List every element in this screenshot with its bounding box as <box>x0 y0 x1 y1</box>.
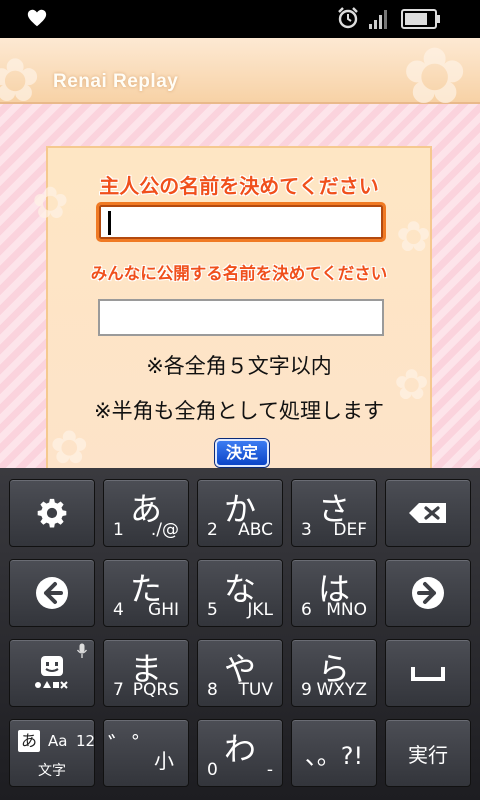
cursor-right-key[interactable] <box>385 559 471 627</box>
key-number-label: 8 <box>207 680 218 700</box>
enter-key-label: 実行 <box>408 742 448 767</box>
key-na-row[interactable]: な 5 JKL <box>197 559 283 627</box>
app-header: ✿ ✿ Renai Replay <box>0 38 480 122</box>
mode-key-label: 文字 <box>38 763 66 779</box>
input-mode-key[interactable]: あ Aa 12 文字 <box>9 719 95 787</box>
name-entry-panel: ✿ ✿ ✿ ✿ 主人公の名前を決めてください みんなに公開する名前を決めてくださ… <box>32 146 432 468</box>
key-ta-row[interactable]: た 4 GHI <box>103 559 189 627</box>
emoji-symbol-key[interactable] <box>9 639 95 707</box>
key-wa-row[interactable]: わ 0 - <box>197 719 283 787</box>
alarm-icon <box>338 7 358 29</box>
key-ha-row[interactable]: は 6 MNO <box>291 559 377 627</box>
public-name-heading: みんなに公開する名前を決めてください <box>90 264 388 283</box>
key-number-label: 4 <box>113 600 124 620</box>
key-ra-row[interactable]: ら 9 WXYZ <box>291 639 377 707</box>
punctuation-key[interactable]: 、。?! <box>291 719 377 787</box>
key-sub-label: JKL <box>247 600 273 620</box>
backspace-icon <box>409 503 446 523</box>
space-key[interactable] <box>385 639 471 707</box>
enter-key[interactable]: 実行 <box>385 719 471 787</box>
key-sub-label: ./@ <box>150 520 179 540</box>
text-caret <box>108 211 111 235</box>
mode-kana-label: あ <box>18 730 40 752</box>
backspace-key[interactable] <box>385 479 471 547</box>
app-title: Renai Replay <box>53 71 179 92</box>
cursor-left-key[interactable] <box>9 559 95 627</box>
key-number-label: 6 <box>301 600 312 620</box>
flower-decoration-icon: ✿ <box>396 212 432 261</box>
heart-icon <box>27 9 47 27</box>
space-icon <box>411 667 445 681</box>
key-sub-label: DEF <box>333 520 367 540</box>
public-name-input[interactable] <box>98 299 384 336</box>
key-number-label: 2 <box>207 520 218 540</box>
key-sub-label: TUV <box>238 680 273 700</box>
right-arrow-icon <box>412 577 444 609</box>
protagonist-name-heading: 主人公の名前を決めてください <box>99 174 379 198</box>
width-handling-note: ※半角も全角として処理します <box>94 399 384 423</box>
confirm-button[interactable]: 決定 <box>215 439 269 467</box>
key-number-label: 5 <box>207 600 218 620</box>
battery-icon <box>401 9 440 29</box>
key-a-row[interactable]: あ 1 ./@ <box>103 479 189 547</box>
flower-decoration-icon: ✿ <box>402 38 468 122</box>
app-screen: ✿ ✿ Renai Replay ✿ ✿ ✿ ✿ 主人公の名前を決めてください … <box>0 38 480 468</box>
key-number-label: 7 <box>113 680 124 700</box>
key-ma-row[interactable]: ま 7 PQRS <box>103 639 189 707</box>
key-sub-label: WXYZ <box>316 680 368 700</box>
protagonist-name-input[interactable] <box>96 202 386 242</box>
key-sub-label: PQRS <box>132 680 179 700</box>
length-limit-note: ※各全角５文字以内 <box>146 354 332 378</box>
key-sub-label: GHI <box>148 600 179 620</box>
emoji-icon <box>35 656 68 689</box>
key-number-label: 1 <box>113 520 124 540</box>
key-main-label: 、。?! <box>304 741 364 770</box>
soft-keyboard: あ 1 ./@ か 2 ABC さ 3 DEF た 4 GHI な 5 JKL … <box>0 468 480 800</box>
settings-key[interactable] <box>9 479 95 547</box>
key-sub-label: 小 <box>154 749 174 773</box>
signal-icon <box>369 10 387 29</box>
mode-alpha-label: Aa <box>48 732 68 750</box>
dakuten-small-key[interactable]: ゛゜ 小 <box>103 719 189 787</box>
left-arrow-icon <box>36 577 68 609</box>
key-sub-label: ABC <box>238 520 273 540</box>
key-sa-row[interactable]: さ 3 DEF <box>291 479 377 547</box>
status-bar <box>0 0 480 38</box>
key-number-label: 0 <box>207 760 218 780</box>
key-sub-label: - <box>266 760 273 780</box>
key-sub-label: MNO <box>326 600 367 620</box>
key-number-label: 3 <box>301 520 312 540</box>
key-ka-row[interactable]: か 2 ABC <box>197 479 283 547</box>
flower-decoration-icon: ✿ <box>0 46 41 116</box>
key-number-label: 9 <box>301 680 312 700</box>
key-ya-row[interactable]: や 8 TUV <box>197 639 283 707</box>
gear-icon <box>37 498 67 528</box>
flower-decoration-icon: ✿ <box>50 420 89 468</box>
